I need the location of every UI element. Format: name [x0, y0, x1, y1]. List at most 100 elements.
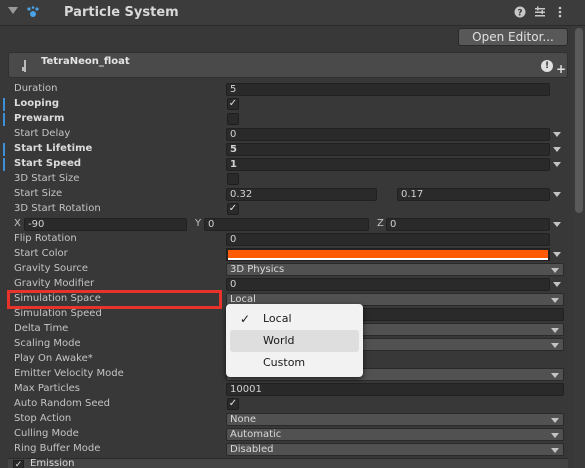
- modified-indicator: [3, 143, 5, 156]
- row-culling-mode: Culling Mode Automatic: [0, 427, 572, 442]
- max-particles-label: Max Particles: [14, 383, 81, 394]
- emission-module-header[interactable]: ✓ Emission: [8, 458, 568, 468]
- simulation-space-highlight-box: [7, 290, 222, 309]
- row-prewarm: Prewarm: [0, 112, 572, 127]
- help-icon[interactable]: ?: [513, 6, 527, 20]
- start-size-label: Start Size: [14, 188, 63, 199]
- prewarm-label: Prewarm: [14, 113, 65, 124]
- rotation-y-field[interactable]: 0: [204, 218, 369, 231]
- row-duration: Duration 5: [0, 82, 572, 97]
- ring-buffer-mode-label: Ring Buffer Mode: [14, 443, 101, 454]
- module-name: TetraNeon_float: [41, 56, 130, 67]
- curve-mode-dropdown-icon[interactable]: [553, 132, 561, 137]
- emission-checkbox[interactable]: ✓: [13, 460, 24, 468]
- gravity-modifier-label: Gravity Modifier: [14, 278, 95, 289]
- flip-rotation-label: Flip Rotation: [14, 233, 77, 244]
- curve-mode-dropdown-icon[interactable]: [553, 282, 561, 287]
- row-3d-start-size: 3D Start Size: [0, 172, 572, 187]
- looping-label: Looping: [14, 98, 59, 109]
- inspector-scrollbar[interactable]: [573, 26, 585, 468]
- start-delay-label: Start Delay: [14, 128, 71, 139]
- curve-mode-dropdown-icon[interactable]: [553, 162, 561, 167]
- stop-action-label: Stop Action: [14, 413, 72, 424]
- row-start-size: Start Size 0.32 0.17: [0, 187, 572, 202]
- max-particles-field[interactable]: 10001: [226, 383, 564, 396]
- open-editor-button[interactable]: Open Editor...: [458, 28, 568, 46]
- scrollbar-thumb[interactable]: [575, 28, 583, 213]
- start-size-min-field[interactable]: 0.32: [226, 188, 377, 201]
- modified-indicator: [3, 113, 5, 126]
- start-speed-label: Start Speed: [14, 158, 82, 169]
- gravity-source-label: Gravity Source: [14, 263, 89, 274]
- preset-icon[interactable]: [533, 6, 547, 20]
- warning-icon[interactable]: !: [541, 60, 553, 72]
- scaling-mode-label: Scaling Mode: [14, 338, 81, 349]
- row-start-lifetime: Start Lifetime 5: [0, 142, 572, 157]
- emission-label: Emission: [30, 458, 75, 468]
- module-icon: [22, 60, 26, 72]
- z-axis-label: Z: [377, 218, 384, 229]
- gravity-modifier-field[interactable]: 0: [226, 278, 550, 291]
- modified-indicator: [3, 158, 5, 171]
- start-speed-field[interactable]: 1: [226, 158, 550, 171]
- row-max-particles: Max Particles 10001: [0, 382, 572, 397]
- duration-label: Duration: [14, 83, 58, 94]
- start-color-label: Start Color: [14, 248, 68, 259]
- play-on-awake-label: Play On Awake*: [14, 353, 93, 364]
- start-lifetime-label: Start Lifetime: [14, 143, 93, 154]
- more-icon[interactable]: [553, 6, 567, 20]
- menu-item-label: World: [263, 334, 295, 347]
- row-start-delay: Start Delay 0: [0, 127, 572, 142]
- menu-item-custom[interactable]: Custom: [230, 352, 359, 374]
- row-3d-start-rotation: 3D Start Rotation ✓: [0, 202, 572, 217]
- delta-time-label: Delta Time: [14, 323, 69, 334]
- row-auto-random-seed: Auto Random Seed ✓: [0, 397, 572, 412]
- checkmark-icon: ✓: [240, 312, 251, 326]
- simulation-space-popup-menu: ✓ Local World Custom: [226, 304, 363, 377]
- start-lifetime-field[interactable]: 5: [226, 143, 550, 156]
- component-header: Particle System ?: [0, 0, 585, 26]
- row-rotation-xyz: X -90 Y 0 Z 0: [0, 217, 572, 232]
- looping-checkbox[interactable]: ✓: [227, 98, 239, 110]
- x-axis-label: X: [14, 218, 21, 229]
- start-delay-field[interactable]: 0: [226, 128, 550, 141]
- auto-random-seed-checkbox[interactable]: ✓: [227, 398, 239, 410]
- start-color-swatch[interactable]: [226, 248, 550, 261]
- foldout-arrow-icon[interactable]: [8, 7, 18, 14]
- 3d-start-rotation-label: 3D Start Rotation: [14, 203, 101, 214]
- row-looping: Looping ✓: [0, 97, 572, 112]
- ring-buffer-mode-dropdown[interactable]: Disabled: [226, 443, 564, 456]
- row-start-speed: Start Speed 1: [0, 157, 572, 172]
- menu-item-world[interactable]: World: [230, 330, 359, 352]
- gravity-source-dropdown[interactable]: 3D Physics: [226, 263, 564, 276]
- alpha-bar: [228, 258, 548, 260]
- 3d-start-size-checkbox[interactable]: [227, 173, 239, 185]
- row-stop-action: Stop Action None: [0, 412, 572, 427]
- 3d-start-size-label: 3D Start Size: [14, 173, 80, 184]
- rotation-x-field[interactable]: -90: [24, 218, 187, 231]
- start-size-max-field[interactable]: 0.17: [397, 188, 550, 201]
- duration-field[interactable]: 5: [226, 83, 550, 96]
- add-module-icon[interactable]: +: [556, 63, 566, 75]
- stop-action-dropdown[interactable]: None: [226, 413, 564, 426]
- flip-rotation-field[interactable]: 0: [226, 233, 550, 246]
- simulation-speed-label: Simulation Speed: [14, 308, 102, 319]
- row-ring-buffer-mode: Ring Buffer Mode Disabled: [0, 442, 572, 457]
- modified-indicator: [3, 98, 5, 111]
- row-flip-rotation: Flip Rotation 0: [0, 232, 572, 247]
- culling-mode-dropdown[interactable]: Automatic: [226, 428, 564, 441]
- curve-mode-dropdown-icon[interactable]: [553, 222, 561, 227]
- curve-mode-dropdown-icon[interactable]: [553, 147, 561, 152]
- 3d-start-rotation-checkbox[interactable]: ✓: [227, 203, 239, 215]
- rotation-z-field[interactable]: 0: [386, 218, 550, 231]
- menu-item-local[interactable]: ✓ Local: [230, 308, 359, 330]
- component-title: Particle System: [64, 5, 179, 20]
- auto-random-seed-label: Auto Random Seed: [14, 398, 110, 409]
- culling-mode-label: Culling Mode: [14, 428, 79, 439]
- main-module-header[interactable]: TetraNeon_float ! +: [8, 52, 568, 78]
- svg-text:?: ?: [517, 9, 522, 19]
- color-mode-dropdown-icon[interactable]: [553, 252, 561, 257]
- prewarm-checkbox[interactable]: [227, 113, 239, 125]
- row-gravity-source: Gravity Source 3D Physics: [0, 262, 572, 277]
- curve-mode-dropdown-icon[interactable]: [553, 192, 561, 197]
